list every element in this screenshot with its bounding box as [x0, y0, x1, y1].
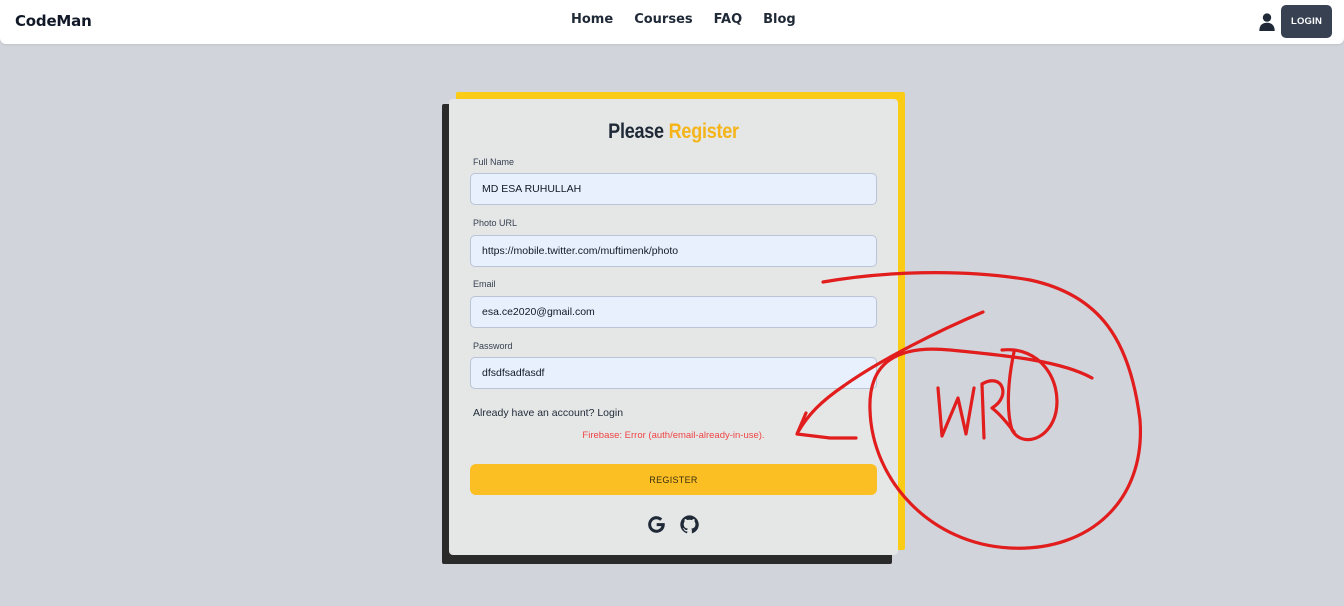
google-icon[interactable]: [646, 514, 667, 535]
annotation-letter-r: [980, 379, 1016, 440]
brand-logo-text[interactable]: CodeMan: [15, 12, 92, 30]
photo-url-input[interactable]: [470, 235, 877, 267]
email-label: Email: [473, 279, 496, 289]
login-button[interactable]: LOGIN: [1281, 5, 1332, 38]
password-input[interactable]: [470, 357, 877, 389]
account-prompt-text: Already have an account?: [473, 407, 595, 419]
account-prompt: Already have an account? Login: [473, 407, 623, 419]
nav-link-blog[interactable]: Blog: [763, 12, 796, 27]
full-name-input[interactable]: [470, 173, 877, 205]
nav-link-courses[interactable]: Courses: [634, 12, 692, 27]
register-button[interactable]: REGISTER: [470, 464, 877, 495]
full-name-label: Full Name: [473, 157, 515, 167]
title-register: Register: [668, 120, 739, 143]
register-card: Please Register Full Name Photo URL Emai…: [449, 99, 898, 555]
photo-url-label: Photo URL: [473, 218, 518, 228]
nav-link-home[interactable]: Home: [571, 12, 613, 27]
title-please: Please: [608, 120, 664, 143]
top-navbar: CodeMan Home Courses FAQ Blog LOGIN: [0, 0, 1344, 44]
github-icon[interactable]: [679, 514, 700, 535]
annotation-letter-o: [1000, 348, 1059, 442]
error-message: Firebase: Error (auth/email-already-in-u…: [582, 430, 765, 441]
email-input[interactable]: [470, 296, 877, 328]
nav-link-faq[interactable]: FAQ: [714, 12, 743, 27]
password-label: Password: [473, 341, 513, 351]
user-icon[interactable]: [1259, 13, 1275, 31]
annotation-letter-w: [936, 386, 976, 438]
login-link[interactable]: Login: [597, 407, 623, 419]
page-title: Please Register: [480, 120, 866, 144]
nav-links: Home Courses FAQ Blog: [571, 12, 796, 27]
